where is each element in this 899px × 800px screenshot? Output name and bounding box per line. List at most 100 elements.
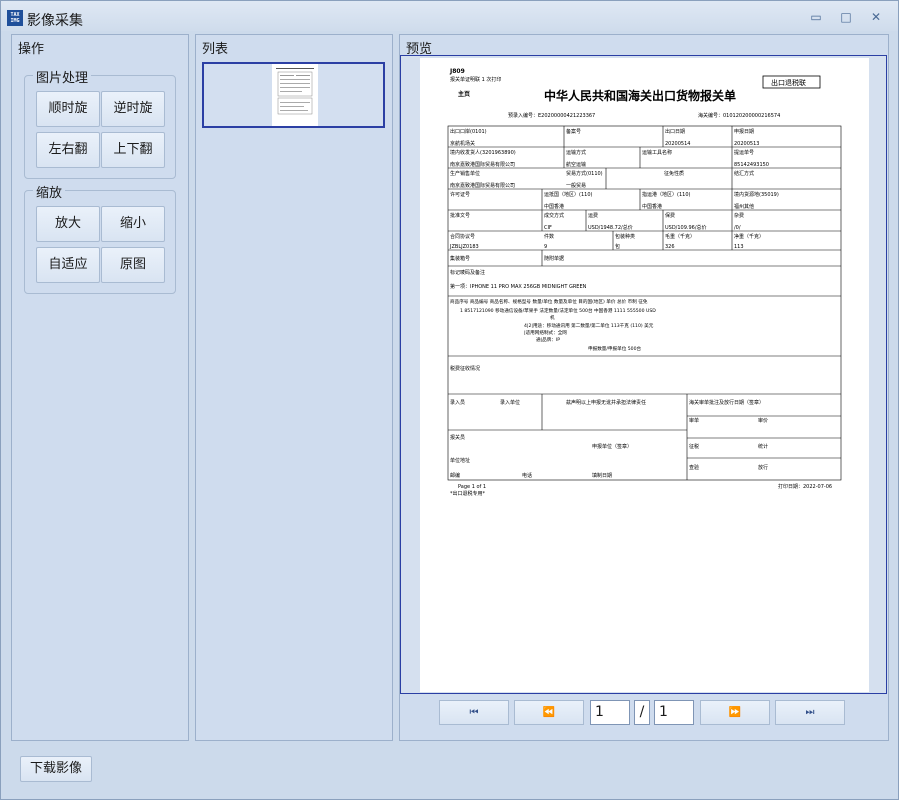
field-container-label: 集装箱号 [450,255,470,262]
doc-customs-no: 海关编号：010120200000216574 [698,112,780,119]
app-window: TAX IMG 影像采集 ▭ □ ✕ 操作 图片处理 顺时旋 逆时旋 左右翻 上下… [0,0,899,800]
field-freight-value: USD/1948.72/总价 [588,224,633,231]
goods-line-1: 1 8517121090 移动通信设备/苹果手 法定数量/法定单位 500台 中… [460,307,656,314]
doc-page-info: Page 1 of 1 [458,484,486,490]
doc-title: 中华人民共和国海关出口货物报关单 [544,88,736,103]
doc-print-date: 打印日期：2022-07-06 [778,483,832,490]
customs-declaration-document: J809 报关单证明联 1 次打印 主页 中华人民共和国海关出口货物报关单 出口… [420,58,869,692]
operations-panel-title: 操作 [18,42,45,57]
goods-table-header: 商品序号 商品编号 商品名称、规格型号 数量/单位 数量及单位 目的国(地区) … [450,298,648,305]
field-bill-label: 提运单号 [734,149,754,156]
field-misc-label: 杂费 [734,212,744,219]
next-page-button[interactable]: ⏩ [700,700,770,725]
field-marks-label: 标记唛码及备注 [450,269,485,276]
field-dest-port-value: 中国香港 [642,203,662,210]
field-origin-label: 运抵国（地区）(110) [544,191,592,198]
doc-main-page: 主页 [458,90,470,98]
field-tax-label: 税费征收情况 [450,365,480,372]
field-fill-date-label: 填制日期 [592,472,612,479]
field-price-label: 审价 [758,417,768,424]
field-export-date-value: 20200514 [665,141,690,147]
field-gross-label: 毛重（千克） [665,233,695,240]
field-source-label: 境内货源地(35019) [734,191,779,198]
next-page-icon: ⏩ [728,707,742,718]
field-net-value: 113 [734,244,744,250]
field-declare-date-label: 申报日期 [734,128,754,135]
original-size-button[interactable]: 原图 [101,247,165,283]
current-page-input[interactable]: 1 [590,700,630,725]
rotate-clockwise-button[interactable]: 顺时旋 [36,91,100,127]
first-page-icon: ⏮ [469,707,479,718]
window-title: 影像采集 [27,13,83,29]
field-deal-label: 成交方式 [544,212,564,219]
field-export-port-label: 出口口岸(0101) [450,128,487,135]
field-bill-value: 85142493150 [734,162,769,168]
doc-footer-note: *出口退税专用* [450,490,486,497]
goods-line-4: |适用网络制式：全网 [524,329,567,336]
field-inspect-label: 查验 [689,464,699,471]
zoom-in-button[interactable]: 放大 [36,206,100,242]
field-dest-port-label: 指运港（地区）(110) [642,191,690,198]
field-consignee-value: 南京嘉致港国际贸易有限公司 [450,161,515,168]
title-bar[interactable]: TAX IMG 影像采集 ▭ □ ✕ [1,1,898,31]
first-page-button[interactable]: ⏮ [439,700,509,725]
zoom-out-button[interactable]: 缩小 [101,206,165,242]
field-export-port-value: 京航机场关 [450,140,475,147]
field-release-label: 放行 [758,464,768,471]
field-producer-label: 生产销售单位 [450,170,480,177]
prev-page-icon: ⏪ [542,707,556,718]
close-icon[interactable]: ✕ [869,11,883,23]
last-page-button[interactable]: ⏭ [775,700,845,725]
field-contract-value: JZBLJZ0183 [449,244,479,250]
preview-viewport[interactable]: J809 报关单证明联 1 次打印 主页 中华人民共和国海关出口货物报关单 出口… [400,55,887,694]
field-package-value: 包 [615,243,620,250]
field-entry-person: 录入员 [450,399,465,406]
field-trade-label: 贸易方式(0110) [566,170,603,177]
field-tax-nature-label: 征免性质 [664,170,684,177]
zoom-group: 缩放 放大 缩小 自适应 原图 [24,182,176,294]
field-origin-value: 中国香港 [544,203,564,210]
fit-to-window-button[interactable]: 自适应 [36,247,100,283]
list-panel-title: 列表 [202,42,229,57]
prev-page-button[interactable]: ⏪ [514,700,584,725]
field-postcode-label: 邮编 [450,472,460,479]
total-pages-field: 1 [654,700,694,725]
thumbnail-image [272,64,318,126]
field-declarant-label: 报关员 [450,434,465,441]
field-declaration: 兹声明以上申报无讹并承担法律责任 [566,399,646,406]
field-marks-value: 第一项：IPHONE 11 PRO MAX 256GB MIDNIGHT GRE… [450,283,587,290]
field-export-date-label: 出口日期 [665,128,685,135]
rotate-counterclockwise-button[interactable]: 逆时旋 [101,91,165,127]
image-process-group-title: 图片处理 [33,67,92,86]
field-vehicle-label: 运输工具名称 [642,149,672,156]
field-transport-value: 航空运输 [566,161,586,168]
operations-panel: 操作 图片处理 顺时旋 逆时旋 左右翻 上下翻 缩放 放大 缩小 自适应 原图 [11,34,189,741]
goods-line-6: 申报数量/申报单位 500台 [588,345,642,352]
field-consignee-label: 境内收发货人(3201963890) [450,149,516,156]
download-image-button[interactable]: 下载影像 [20,756,92,782]
list-panel: 列表 [195,34,393,741]
field-unit-addr-label: 单位地址 [450,457,470,464]
goods-line-5: 通|品牌：IP [536,336,560,343]
flip-horizontal-button[interactable]: 左右翻 [36,132,100,168]
field-declare-date-value: 20200513 [734,141,759,147]
field-transport-label: 运输方式 [566,149,586,156]
field-misc-value: /0/ [734,225,741,231]
field-trade-value: 一般贸易 [566,182,586,189]
maximize-icon[interactable]: □ [839,11,853,23]
field-levy-label: 征税 [689,443,699,450]
field-review-label: 审单 [689,417,699,424]
field-approval-label: 批准文号 [450,212,470,219]
field-contract-label: 合同协议号 [450,233,475,240]
flip-vertical-button[interactable]: 上下翻 [101,132,165,168]
doc-pre-entry: 预录入编号：E20200000421223367 [508,112,595,119]
field-declare-unit-label: 申报单位（签章） [592,443,632,450]
minimize-icon[interactable]: ▭ [809,11,823,23]
zoom-group-title: 缩放 [33,182,66,201]
field-gross-value: 326 [665,244,675,250]
field-net-label: 净重（千克） [734,233,764,240]
thumbnail-item[interactable] [202,62,385,128]
field-source-value: 福州其他 [734,203,754,210]
doc-code: J809 [449,68,465,75]
field-pieces-label: 件数 [544,233,554,240]
